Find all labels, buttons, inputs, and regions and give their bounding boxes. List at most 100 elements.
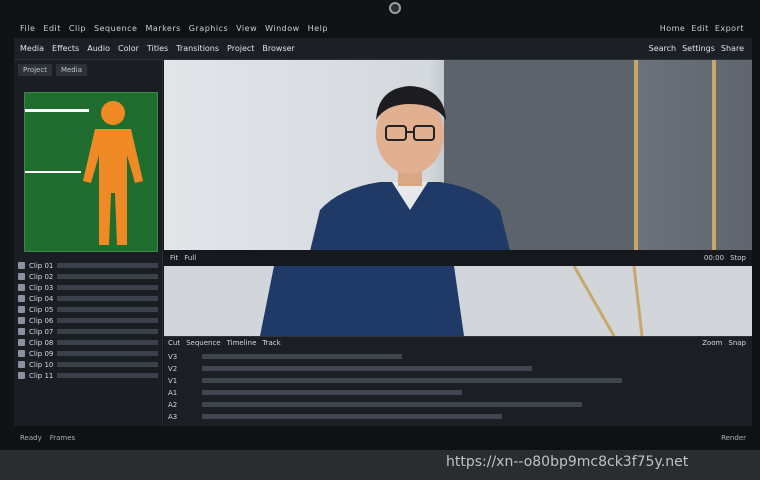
timeline-clip[interactable]	[202, 390, 462, 395]
toolbar-item-6[interactable]: Project	[227, 44, 254, 53]
folder-icon	[18, 273, 25, 280]
track-label: A1	[168, 388, 178, 397]
list-item[interactable]: Clip 09	[18, 348, 158, 359]
status-bar: Ready Frames Render	[14, 426, 752, 450]
timeline-track[interactable]: V2	[168, 364, 532, 373]
toolbar-item-4[interactable]: Titles	[147, 44, 168, 53]
toolbar-item-0[interactable]: Media	[20, 44, 44, 53]
timeline-track[interactable]: A2	[168, 401, 582, 409]
menu-item-7[interactable]: Window	[265, 24, 300, 33]
timeline-clip[interactable]	[202, 414, 502, 419]
clip-thumbnail[interactable]	[24, 92, 158, 252]
list-item-bar	[57, 274, 158, 279]
list-item[interactable]: Clip 05	[18, 304, 158, 315]
list-item[interactable]: Clip 01	[18, 260, 158, 271]
folder-icon	[18, 361, 25, 368]
timeline-header: Cut Sequence Timeline Track Zoom Snap	[164, 337, 752, 349]
timeline-panel[interactable]: Cut Sequence Timeline Track Zoom Snap V3 V2 V1 A…	[164, 336, 752, 427]
list-item-label: Clip 04	[29, 294, 54, 303]
status-item-1[interactable]: Frames	[50, 434, 75, 442]
menu-item-1[interactable]: Edit	[43, 24, 61, 33]
folder-icon	[18, 372, 25, 379]
list-item[interactable]: Clip 11	[18, 370, 158, 381]
menu-right-item-1[interactable]: Edit	[691, 24, 709, 33]
menu-bar: File Edit Clip Sequence Markers Graphics View W…	[14, 18, 752, 38]
list-item-bar	[57, 263, 158, 268]
list-item[interactable]: Clip 08	[18, 337, 158, 348]
menu-item-3[interactable]: Sequence	[94, 24, 137, 33]
toolbar-right: Search Settings Share	[649, 44, 752, 53]
project-tab-0[interactable]: Project	[18, 64, 52, 76]
list-item[interactable]: Clip 02	[18, 271, 158, 282]
viewer-control-right-1[interactable]: Stop	[730, 254, 746, 262]
folder-icon	[18, 295, 25, 302]
toolbar-right-item-0[interactable]: Search	[649, 44, 676, 53]
source-monitor[interactable]	[164, 266, 752, 336]
menu-item-5[interactable]: Graphics	[189, 24, 228, 33]
timeline-header-right-item-0[interactable]: Zoom	[702, 339, 722, 347]
toolbar-item-5[interactable]: Transitions	[176, 44, 219, 53]
viewer-control-0[interactable]: Fit	[170, 254, 178, 262]
menu-right-item-0[interactable]: Home	[660, 24, 686, 33]
toolbar-right-item-1[interactable]: Settings	[682, 44, 715, 53]
timeline-header-item-1[interactable]: Sequence	[186, 339, 221, 347]
track-label: V2	[168, 364, 178, 373]
toolbar-item-1[interactable]: Effects	[52, 44, 79, 53]
folder-icon	[18, 339, 25, 346]
list-item-label: Clip 07	[29, 327, 54, 336]
list-item-bar	[57, 307, 158, 312]
toolbar-item-7[interactable]: Browser	[262, 44, 294, 53]
timeline-clip[interactable]	[202, 366, 532, 371]
timeline-track[interactable]: A1	[168, 388, 462, 397]
list-item-label: Clip 11	[29, 371, 54, 380]
timeline-track[interactable]: V1	[168, 377, 622, 385]
menu-bar-right: Home Edit Export	[660, 24, 752, 33]
menu-item-6[interactable]: View	[236, 24, 257, 33]
track-label: A3	[168, 412, 178, 421]
toolbar-right-item-2[interactable]: Share	[721, 44, 744, 53]
status-item-0[interactable]: Ready	[20, 434, 42, 442]
timeline-clip[interactable]	[202, 402, 582, 407]
thumbnail-marker-line	[25, 171, 81, 173]
timeline-track[interactable]: A3	[168, 412, 502, 421]
list-item[interactable]: Clip 10	[18, 359, 158, 370]
list-item-label: Clip 08	[29, 338, 54, 347]
timeline-clip[interactable]	[202, 378, 622, 383]
timeline-clip[interactable]	[202, 354, 402, 359]
toolbar-item-2[interactable]: Audio	[87, 44, 110, 53]
menu-item-2[interactable]: Clip	[69, 24, 86, 33]
list-item[interactable]: Clip 03	[18, 282, 158, 293]
timeline-track[interactable]: V3	[168, 352, 402, 361]
source-frame	[164, 266, 752, 336]
timeline-header-item-0[interactable]: Cut	[168, 339, 180, 347]
viewer-control-1[interactable]: Full	[184, 254, 196, 262]
timeline-header-item-3[interactable]: Track	[262, 339, 280, 347]
menu-item-8[interactable]: Help	[308, 24, 328, 33]
timeline-header-item-2[interactable]: Timeline	[227, 339, 257, 347]
project-tab-1[interactable]: Media	[55, 64, 87, 76]
menu-right-item-2[interactable]: Export	[715, 24, 744, 33]
menu-item-0[interactable]: File	[20, 24, 35, 33]
status-right-item-0[interactable]: Render	[721, 434, 746, 442]
project-panel: Project Media Clip 01 Clip 02 Clip 03 Clip 0…	[14, 60, 163, 450]
editor-screen: File Edit Clip Sequence Markers Graphics View W…	[14, 18, 752, 450]
list-item[interactable]: Clip 04	[18, 293, 158, 304]
list-item-label: Clip 02	[29, 272, 54, 281]
viewer-controls-right: 00:00 Stop	[704, 254, 746, 262]
background-pole	[712, 60, 716, 260]
folder-icon	[18, 284, 25, 291]
list-item[interactable]: Clip 06	[18, 315, 158, 326]
folder-icon	[18, 262, 25, 269]
viewer-control-right-0[interactable]: 00:00	[704, 254, 724, 262]
project-tabs: Project Media	[14, 60, 162, 80]
viewer-controls: Fit Full 00:00 Stop	[164, 250, 752, 266]
folder-icon	[18, 317, 25, 324]
menu-item-4[interactable]: Markers	[145, 24, 180, 33]
list-item-label: Clip 10	[29, 360, 54, 369]
toolbar-item-3[interactable]: Color	[118, 44, 139, 53]
timeline-header-right-item-1[interactable]: Snap	[728, 339, 746, 347]
track-label: V3	[168, 352, 178, 361]
background-pole	[634, 60, 638, 260]
status-bar-right: Render	[721, 434, 746, 442]
list-item[interactable]: Clip 07	[18, 326, 158, 337]
